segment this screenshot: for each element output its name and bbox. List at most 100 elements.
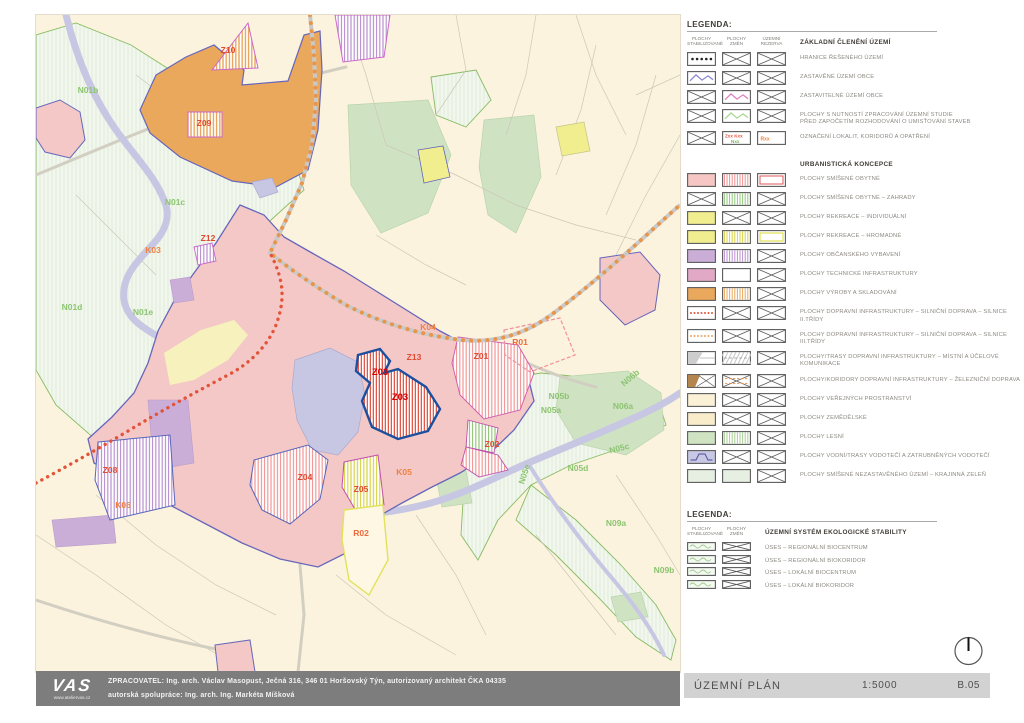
legend-symbol xyxy=(757,374,786,388)
legend-row-label: PLOCHY/KORIDORY DOPRAVNÍ INFRASTRUKTURY … xyxy=(800,374,1020,384)
legend-row: HRANICE ŘEŠENÉHO ÚZEMÍ xyxy=(687,52,1022,66)
plan-scale: 1:5000 xyxy=(862,680,932,691)
legend-row: PLOCHY SMÍŠENÉ NEZASTAVĚNÉHO ÚZEMÍ – KRA… xyxy=(687,469,1022,483)
legend-symbol xyxy=(722,351,751,365)
legend-row: ZASTAVĚNÉ ÚZEMÍ OBCE xyxy=(687,71,1022,85)
map-label-K03: K03 xyxy=(145,245,161,255)
legend-row-label: ZASTAVĚNÉ ÚZEMÍ OBCE xyxy=(800,71,874,81)
map-label-Z02: Z02 xyxy=(485,439,500,449)
vas-logo-url: www.ateliervas.cz xyxy=(36,695,108,700)
legend-row: Zxx KxxNxxRxxOZNAČENÍ LOKALIT, KORIDORŮ … xyxy=(687,131,1022,145)
legend-symbol xyxy=(687,580,716,589)
legend-symbol xyxy=(722,555,751,564)
map-area: Z10Z09N01bN01cZ12K03N01dN01eK04Z13Z01R01… xyxy=(36,15,680,672)
map-label-N06a: N06a xyxy=(613,401,634,411)
legend-row: ZASTAVITELNÉ ÚZEMÍ OBCE xyxy=(687,90,1022,104)
legend-column-header: PLOCHYZMĚN xyxy=(722,36,751,47)
legend-row-label: PLOCHY ZEMĚDĚLSKÉ xyxy=(800,412,867,422)
plan-sheet: Z10Z09N01bN01cZ12K03N01dN01eK04Z13Z01R01… xyxy=(0,0,1024,723)
legend-row-label: PLOCHY DOPRAVNÍ INFRASTRUKTURY – SILNIČN… xyxy=(800,306,1022,323)
map-label-R01: R01 xyxy=(512,337,528,347)
legend-symbol xyxy=(687,52,716,66)
legend-symbol xyxy=(687,329,716,343)
legend-column-header: PLOCHYSTABILIZOVANÉ xyxy=(687,526,716,537)
legend-symbol xyxy=(687,412,716,426)
legend-symbol xyxy=(722,580,751,589)
author-bar: VAS www.ateliervas.cz ZPRACOVATEL: Ing. … xyxy=(36,671,680,706)
legend-symbol xyxy=(722,431,751,445)
legend-row: ÚSES – LOKÁLNÍ BIOKORIDOR xyxy=(687,580,1022,590)
legend-row: ÚSES – LOKÁLNÍ BIOCENTRUM xyxy=(687,567,1022,577)
legend-symbol xyxy=(722,52,751,66)
legend-row: PLOCHY/KORIDORY DOPRAVNÍ INFRASTRUKTURY … xyxy=(687,374,1022,388)
zone-Z12 xyxy=(194,243,216,265)
legend-symbol xyxy=(757,90,786,104)
legend-row-label: OZNAČENÍ LOKALIT, KORIDORŮ A OPATŘENÍ xyxy=(800,131,930,141)
legend-section-heading: URBANISTICKÁ KONCEPCE xyxy=(800,158,893,168)
legend-symbol xyxy=(687,230,716,244)
legend-row-label: ÚSES – REGIONÁLNÍ BIOKORIDOR xyxy=(765,555,866,565)
map-label-Z05: Z05 xyxy=(354,484,369,494)
legend-symbol xyxy=(722,393,751,407)
legend-row-label: PLOCHY S NUTNOSTÍ ZPRACOVÁNÍ ÚZEMNÍ STUD… xyxy=(800,109,971,126)
legend-symbol xyxy=(722,469,751,483)
map-label-Z01: Z01 xyxy=(474,351,489,361)
map-label-Z04: Z04 xyxy=(298,472,313,482)
plan-title: ÚZEMNÍ PLÁN xyxy=(684,680,862,692)
zone-top-purple xyxy=(335,15,390,62)
legend-row-label: ÚSES – REGIONÁLNÍ BIOCENTRUM xyxy=(765,542,868,552)
legend-symbol xyxy=(722,71,751,85)
legend-symbol xyxy=(687,71,716,85)
vas-logo-mark: VAS xyxy=(35,677,109,694)
map-label-N09b: N09b xyxy=(654,565,675,575)
map-label-K04: K04 xyxy=(420,322,436,332)
legend-row-label: PLOCHY SMÍŠENÉ OBYTNÉ xyxy=(800,173,880,183)
north-arrow xyxy=(950,632,987,669)
legend-row: PLOCHY SMÍŠENÉ OBYTNÉ xyxy=(687,173,1022,187)
legend-row: PLOCHY REKREACE – INDIVIDUÁLNÍ xyxy=(687,211,1022,225)
legend-symbol xyxy=(722,173,751,187)
map-label-K05: K05 xyxy=(396,467,412,477)
legend-row-label: PLOCHY DOPRAVNÍ INFRASTRUKTURY – SILNIČN… xyxy=(800,329,1022,346)
map-label-N01b: N01b xyxy=(78,85,99,95)
map-label-N05b: N05b xyxy=(549,391,570,401)
legend-symbol xyxy=(687,192,716,206)
legend-symbol xyxy=(687,567,716,576)
legend-row: PLOCHY SMÍŠENÉ OBYTNÉ – ZAHRADY xyxy=(687,192,1022,206)
legend-symbol xyxy=(687,287,716,301)
legend-symbol xyxy=(722,192,751,206)
legend-row-label: PLOCHY SMÍŠENÉ NEZASTAVĚNÉHO ÚZEMÍ – KRA… xyxy=(800,469,986,479)
legend-row-label: PLOCHY/TRASY DOPRAVNÍ INFRASTRUKTURY – M… xyxy=(800,351,1022,368)
legend-row-label: PLOCHY VEŘEJNÝCH PROSTRANSTVÍ xyxy=(800,393,912,403)
legend-symbol xyxy=(687,211,716,225)
vas-logo: VAS www.ateliervas.cz xyxy=(36,677,108,700)
legend-symbol xyxy=(722,109,751,123)
legend-symbol xyxy=(757,268,786,282)
legend-symbol xyxy=(722,412,751,426)
legend-row-label: PLOCHY OBČANSKÉHO VYBAVENÍ xyxy=(800,249,900,259)
legend-symbol xyxy=(687,109,716,123)
svg-text:Zxx Kxx: Zxx Kxx xyxy=(725,134,743,139)
map-label-N01d: N01d xyxy=(62,302,83,312)
legend-symbol xyxy=(687,249,716,263)
legend-symbol xyxy=(687,131,716,145)
map-label-N01c: N01c xyxy=(165,197,186,207)
legend-row: PLOCHY TECHNICKÉ INFRASTRUKTURY xyxy=(687,268,1022,282)
legend-symbol xyxy=(687,542,716,551)
legend-symbol xyxy=(757,52,786,66)
sheet-number: B.05 xyxy=(932,680,990,691)
legend-symbol xyxy=(722,90,751,104)
legend-row: PLOCHY ZEMĚDĚLSKÉ xyxy=(687,412,1022,426)
legend-symbol: Rxx xyxy=(757,131,786,145)
legend-symbol xyxy=(757,351,786,365)
legend-row-label: PLOCHY REKREACE – HROMADNÉ xyxy=(800,230,901,240)
legend-section-heading: ZÁKLADNÍ ČLENĚNÍ ÚZEMÍ xyxy=(800,36,891,46)
legend-row: PLOCHY DOPRAVNÍ INFRASTRUKTURY – SILNIČN… xyxy=(687,306,1022,323)
legend-row-label: PLOCHY VODNÍ/TRASY VODOTEČÍ A ZATRUBNĚNÝ… xyxy=(800,450,990,460)
legend-symbol xyxy=(757,306,786,320)
legend-header-row: PLOCHYSTABILIZOVANÉPLOCHYZMĚNÚZEMNÍ SYST… xyxy=(687,526,1022,537)
legend-symbol xyxy=(687,268,716,282)
legend-symbol xyxy=(722,249,751,263)
title-block: ÚZEMNÍ PLÁN 1:5000 B.05 xyxy=(684,673,990,698)
map-svg: Z10Z09N01bN01cZ12K03N01dN01eK04Z13Z01R01… xyxy=(36,15,680,672)
